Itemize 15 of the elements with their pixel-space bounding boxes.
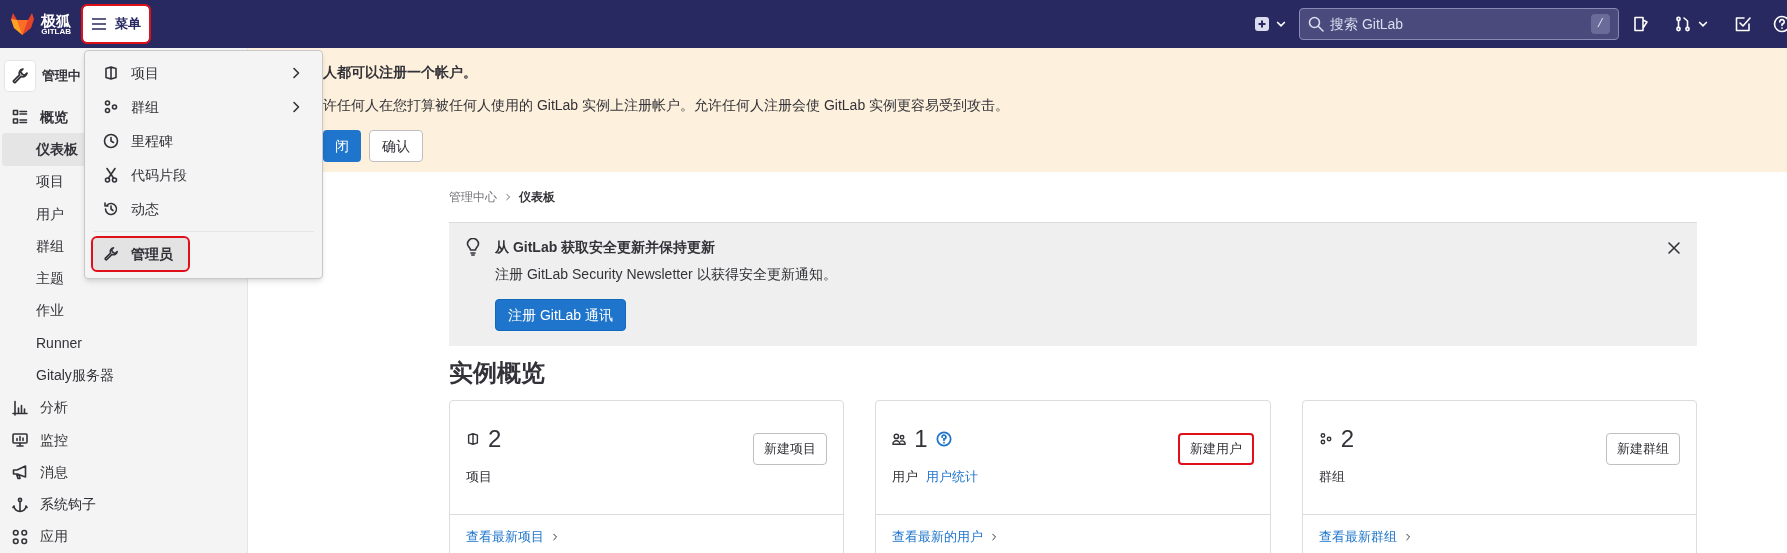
shortcut-key: / — [1590, 14, 1610, 34]
stat-label: 项目 — [466, 468, 492, 486]
stat-count: 2 — [488, 424, 502, 454]
stat-label: 用户 — [892, 468, 919, 486]
section-title: 实例概览 — [449, 358, 546, 388]
banner-title: 人都可以注册一个帐户。 — [323, 63, 478, 82]
stat-count: 2 — [1340, 424, 1354, 454]
breadcrumb-item: 仪表板 — [519, 189, 555, 206]
sidebar-title: 管理中 — [42, 66, 81, 85]
banner-text: 许任何人在您打算被任何人使用的 GitLab 实例上注册帐户。允许任何人注册会使 GitLab 实例更容易受到攻击。 — [323, 96, 1011, 115]
alert-title: 从 GitLab 获取安全更新并保持更新 — [495, 238, 717, 257]
logo-text: 极狐 — [41, 12, 71, 28]
alert-text: 注册 GitLab Security Newsletter 以获得安全更新通知。 — [495, 265, 837, 284]
stat-label: 群组 — [1318, 468, 1345, 486]
stat-count: 1 — [914, 424, 928, 454]
